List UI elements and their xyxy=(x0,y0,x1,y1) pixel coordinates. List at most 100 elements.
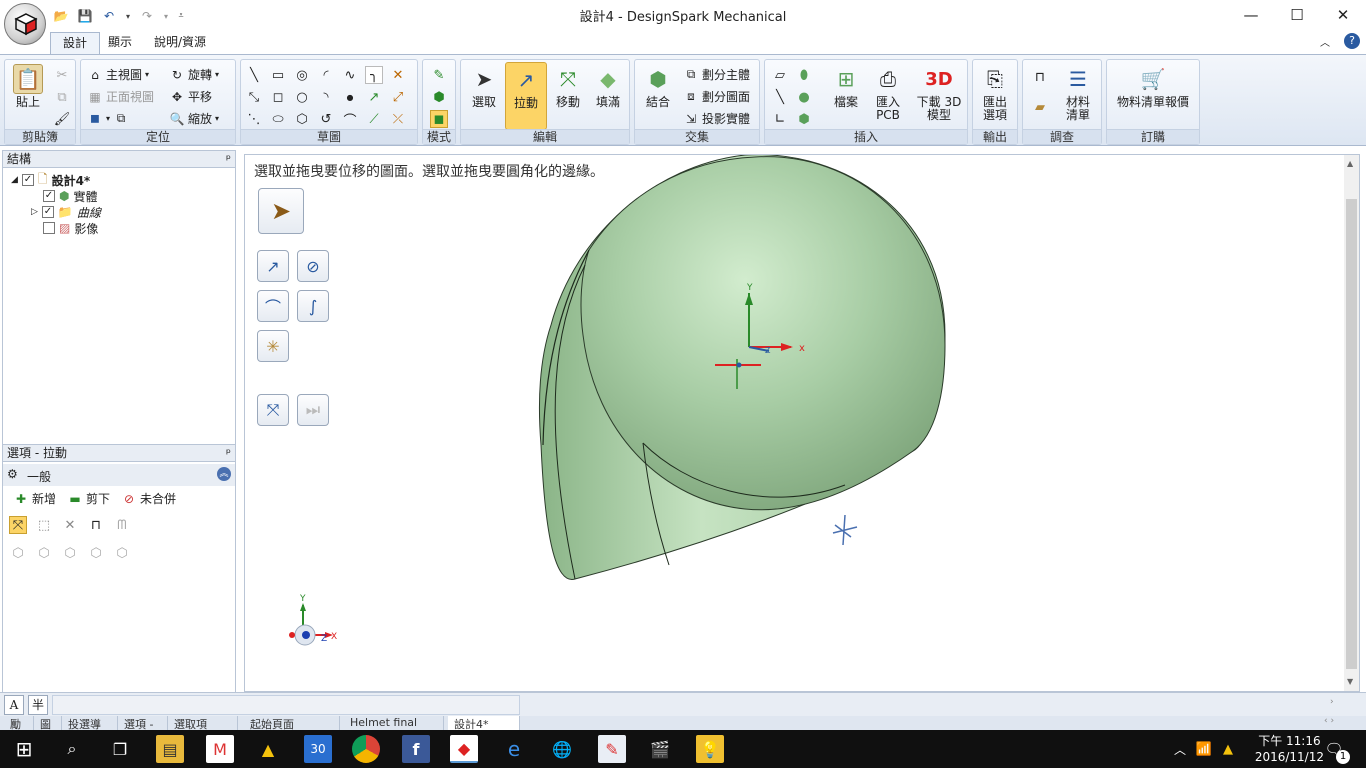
windows-start-icon[interactable]: ⊞ xyxy=(10,735,38,763)
google-drive-icon[interactable]: ▲ xyxy=(254,735,282,763)
sphere-icon[interactable]: ● xyxy=(795,88,813,106)
ime-alpha-button[interactable]: A xyxy=(4,695,24,715)
split-face-button[interactable]: ⧈ 劃分圖面 xyxy=(683,88,750,105)
construction-line-icon[interactable]: ⋱ xyxy=(245,110,263,128)
plane-icon[interactable]: ▱ xyxy=(771,66,789,84)
import-pcb-button[interactable]: ⎙ 匯入 PCB xyxy=(867,64,909,122)
three-point-circle-icon[interactable]: ○ xyxy=(293,88,311,106)
edge-option-2-icon[interactable]: ⬡ xyxy=(35,544,53,562)
arc-tool-icon[interactable]: ◜ xyxy=(317,66,335,84)
edge-option-1-icon[interactable]: ⬡ xyxy=(9,544,27,562)
trim-tool-icon[interactable]: ✕ xyxy=(389,66,407,84)
offset-curve-icon[interactable]: ↗ xyxy=(365,88,383,106)
tree-item-design[interactable]: ◢ ✓ 🗋 設計4* xyxy=(11,172,90,188)
gmail-icon[interactable]: M xyxy=(206,735,234,763)
tab-start-page[interactable]: 起始頁面 xyxy=(244,716,340,730)
task-view-icon[interactable]: ❐ xyxy=(106,735,134,763)
designspark-icon[interactable]: ◆ xyxy=(450,735,478,763)
close-button[interactable]: ✕ xyxy=(1320,0,1366,30)
folder-open-icon[interactable]: 📂 xyxy=(52,7,70,25)
spin-center-icon[interactable] xyxy=(832,514,858,546)
scroll-thumb[interactable] xyxy=(1346,199,1357,669)
redo-icon[interactable]: ↷ xyxy=(138,7,156,25)
pull-both-icon[interactable]: ⬚ xyxy=(35,516,53,534)
spline-tool-icon[interactable]: ∿ xyxy=(341,66,359,84)
drive-sync-icon[interactable]: ▲ xyxy=(1214,735,1242,763)
paste-button[interactable]: 📋 貼上 xyxy=(7,64,49,109)
tab-design4[interactable]: 設計4* xyxy=(448,716,520,730)
fill-button[interactable]: ◆ 填滿 xyxy=(587,64,629,109)
cut-icon[interactable]: ✂ xyxy=(53,66,71,84)
collapse-ribbon-icon[interactable]: ︿ xyxy=(1320,34,1330,49)
sweep-guide-icon[interactable]: ⌒ xyxy=(257,290,289,322)
vertical-scrollbar[interactable]: ▲ ▼ xyxy=(1344,155,1359,691)
split-curve-icon[interactable]: ⤫ xyxy=(389,110,407,128)
ruler-icon[interactable]: ✕ xyxy=(61,516,79,534)
save-icon[interactable]: 💾 xyxy=(76,7,94,25)
download-3d-button[interactable]: 3D 下載 3D 模型 xyxy=(913,64,965,122)
bom-button[interactable]: ☰ 材料 清單 xyxy=(1057,64,1099,122)
origin-icon[interactable]: ∟ xyxy=(771,110,789,128)
3d-mode-icon[interactable]: ◼ xyxy=(430,110,448,128)
visibility-checkbox[interactable]: ✓ xyxy=(43,190,55,202)
app-menu-button[interactable] xyxy=(4,3,46,45)
maximize-button[interactable]: ☐ xyxy=(1274,0,1320,30)
polygon-tool-icon[interactable]: ⬡ xyxy=(293,110,311,128)
project-edges-icon[interactable]: ⟋ xyxy=(365,110,383,128)
three-point-arc-icon[interactable]: ◝ xyxy=(317,88,335,106)
line-tool-icon[interactable]: ╲ xyxy=(245,66,263,84)
point-tool-icon[interactable]: ● xyxy=(341,88,359,106)
add-option[interactable]: ✚ 新增 xyxy=(13,490,56,507)
facebook-icon[interactable]: f xyxy=(402,735,430,763)
rectangle-tool-icon[interactable]: ▭ xyxy=(269,66,287,84)
undo-icon[interactable]: ↶ xyxy=(100,7,118,25)
cylinder-icon[interactable]: ⬮ xyxy=(795,66,813,84)
tab-panel-2[interactable]: 圖 xyxy=(34,716,62,730)
zoom-button[interactable]: 🔍 縮放 ▾ xyxy=(169,110,220,127)
pull-button[interactable]: ↗ 拉動 xyxy=(505,62,547,130)
tab-help-resources[interactable]: 說明/資源 xyxy=(142,32,218,54)
bend-tool-icon[interactable]: ⌒ xyxy=(341,110,359,129)
visibility-checkbox[interactable]: ✓ xyxy=(41,206,54,218)
minimize-button[interactable]: — xyxy=(1228,0,1274,30)
tab-selection[interactable]: 選取項 xyxy=(168,716,238,730)
view-cube-button[interactable]: ◼ ▾ ⧉ xyxy=(87,110,129,126)
ime-halfwidth-button[interactable]: 半 xyxy=(28,695,48,715)
tab-display[interactable]: 顯示 xyxy=(96,32,144,54)
revolve-guide-icon[interactable]: ⊘ xyxy=(297,250,329,282)
front-view-button[interactable]: ▦ 正面視圖 xyxy=(87,88,154,105)
file-explorer-icon[interactable]: ▤ xyxy=(156,735,184,763)
blend-guide-icon[interactable]: ✳ xyxy=(257,330,289,362)
tab-panel-1[interactable]: 勵 xyxy=(4,716,34,730)
paint-app-icon[interactable]: ✎ xyxy=(598,735,626,763)
pull-direction-icon[interactable]: ⤧ xyxy=(9,516,27,534)
three-point-rect-icon[interactable]: ◻ xyxy=(269,88,287,106)
tab-design[interactable]: 設計 xyxy=(50,32,101,54)
help-icon[interactable]: ? xyxy=(1344,33,1360,49)
visibility-checkbox[interactable] xyxy=(43,222,55,234)
edge-option-3-icon[interactable]: ⬡ xyxy=(61,544,79,562)
copy-icon[interactable]: ⧉ xyxy=(53,88,71,106)
chrome-icon[interactable] xyxy=(352,735,380,763)
sweep-arc-icon[interactable]: ↺ xyxy=(317,110,335,128)
project-button[interactable]: ⇲ 投影實體 xyxy=(683,110,750,127)
globe-app-icon[interactable]: 🌐 xyxy=(548,735,576,763)
draft-guide-icon[interactable]: ∫ xyxy=(297,290,329,322)
split-body-button[interactable]: ⧉ 劃分主體 xyxy=(683,66,750,83)
edge-option-4-icon[interactable]: ⬡ xyxy=(87,544,105,562)
shell-icon[interactable]: ⬢ xyxy=(795,110,813,128)
combine-button[interactable]: ⬢ 結合 xyxy=(637,64,679,109)
section-mode-icon[interactable]: ⬢ xyxy=(430,88,448,106)
customize-qat-icon[interactable]: ⩡ xyxy=(176,7,186,25)
circle-tool-icon[interactable]: ◎ xyxy=(293,66,311,84)
model-canvas[interactable]: Y x Z Y X Z xyxy=(245,155,1345,691)
up-to-guide-icon[interactable]: ⤧ xyxy=(257,394,289,426)
bom-quote-button[interactable]: 🛒 物料清單報價 xyxy=(1109,64,1197,109)
chevron-down-icon[interactable]: ▾ xyxy=(162,7,170,25)
tangent-line-icon[interactable]: ⤡ xyxy=(245,88,263,106)
comb-icon[interactable]: ᗰ xyxy=(113,516,131,534)
pin-icon[interactable]: ᵖ xyxy=(226,445,231,461)
tab-helmet-final[interactable]: Helmet final xyxy=(344,716,444,730)
visibility-checkbox[interactable]: ✓ xyxy=(21,174,34,186)
cut-option[interactable]: ▬ 剪下 xyxy=(67,490,110,507)
